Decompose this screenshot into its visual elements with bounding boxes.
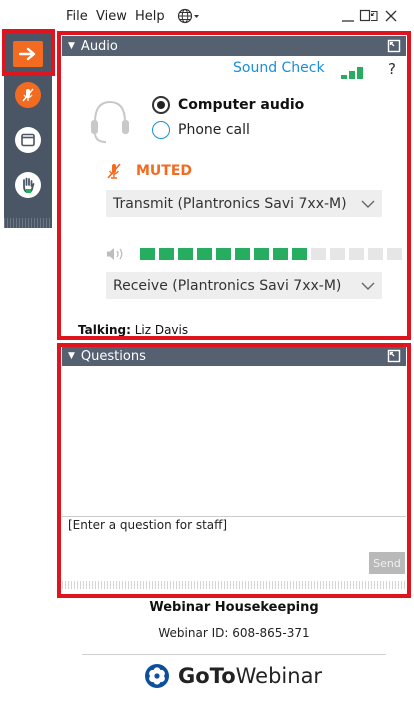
headset-icon: [90, 96, 130, 150]
webinar-info-footer: Webinar Housekeeping Webinar ID: 608-865…: [62, 600, 406, 708]
globe-icon: [177, 8, 199, 24]
maximize-icon: [359, 9, 378, 22]
input-level-meter: [106, 246, 406, 262]
level-segment: [140, 248, 155, 260]
brand-text: GoToWebinar: [178, 664, 322, 688]
gotowebinar-logo: GoToWebinar: [144, 663, 322, 689]
phone-call-radio[interactable]: [152, 121, 170, 139]
receive-device-dropdown[interactable]: Receive (Plantronics Savi 7xx-M): [106, 272, 382, 299]
level-bars: [140, 248, 406, 260]
arrow-right-icon: [19, 47, 36, 61]
receive-device-value: Receive (Plantronics Savi 7xx-M): [113, 277, 342, 294]
minimize-icon: [342, 20, 354, 22]
questions-panel-title: Questions: [80, 348, 146, 364]
mute-status: MUTED: [106, 162, 192, 180]
audio-panel-title: Audio: [80, 38, 118, 54]
questions-panel-header[interactable]: ▼ Questions: [62, 346, 406, 366]
audio-panel-header[interactable]: ▼ Audio: [62, 36, 406, 56]
level-segment: [292, 248, 307, 260]
screen-icon: [21, 133, 35, 147]
sound-check-link[interactable]: Sound Check: [233, 60, 325, 76]
audio-panel: Sound Check ? Computer audio Phone call …: [62, 56, 406, 338]
chevron-down-icon: [360, 196, 376, 216]
level-segment: [387, 248, 402, 260]
talking-indicator: Talking: Liz Davis: [78, 323, 188, 337]
webinar-title: Webinar Housekeeping: [149, 600, 319, 615]
popout-icon: [387, 39, 401, 53]
questions-resize-grip[interactable]: [62, 581, 406, 589]
brand-goto: GoTo: [178, 664, 236, 688]
speaker-icon: [107, 248, 123, 260]
send-button[interactable]: Send: [369, 552, 405, 574]
signal-bars-icon: [341, 67, 363, 79]
collapse-triangle-icon[interactable]: ▼: [68, 351, 75, 361]
webinar-id: Webinar ID: 608-865-371: [158, 626, 310, 640]
raise-hand-icon: [23, 177, 35, 193]
mic-muted-icon: [22, 88, 34, 102]
computer-audio-label: Computer audio: [178, 97, 305, 113]
footer-divider: [82, 654, 386, 655]
collapse-triangle-icon[interactable]: ▼: [68, 41, 75, 51]
radio-selected-dot: [157, 101, 165, 109]
close-icon: [385, 10, 397, 22]
level-segment: [216, 248, 231, 260]
talking-name: Liz Davis: [134, 323, 189, 337]
side-toolbar: [4, 32, 52, 228]
transmit-device-value: Transmit (Plantronics Savi 7xx-M): [113, 195, 347, 212]
talking-label: Talking:: [78, 323, 131, 337]
question-input[interactable]: [66, 516, 402, 562]
brand-webinar: Webinar: [235, 664, 323, 688]
level-segment: [178, 248, 193, 260]
phone-call-label: Phone call: [178, 122, 250, 138]
close-button[interactable]: [383, 8, 399, 28]
raise-hand-button[interactable]: [15, 172, 41, 198]
muted-label: MUTED: [136, 163, 193, 179]
collapse-panel-button[interactable]: [13, 41, 43, 67]
level-segment: [330, 248, 345, 260]
questions-panel: Send: [62, 366, 406, 593]
level-segment: [159, 248, 174, 260]
level-segment: [197, 248, 212, 260]
audio-help-button[interactable]: ?: [388, 60, 396, 78]
popout-questions-button[interactable]: [387, 349, 401, 367]
popout-audio-button[interactable]: [387, 39, 401, 57]
menu-help[interactable]: Help: [135, 9, 165, 24]
computer-audio-radio[interactable]: [152, 96, 170, 114]
level-segment: [273, 248, 288, 260]
signal-strength: [341, 64, 363, 83]
level-segment: [235, 248, 250, 260]
language-menu[interactable]: [177, 8, 201, 28]
computer-audio-option[interactable]: Computer audio: [152, 96, 304, 114]
transmit-device-dropdown[interactable]: Transmit (Plantronics Savi 7xx-M): [106, 190, 382, 217]
level-segment: [349, 248, 364, 260]
level-segment: [368, 248, 383, 260]
chevron-down-icon: [360, 278, 376, 298]
phone-call-option[interactable]: Phone call: [152, 121, 250, 139]
menu-view[interactable]: View: [96, 9, 127, 24]
mute-toggle-button[interactable]: [15, 82, 41, 108]
screen-view-button[interactable]: [15, 127, 41, 153]
mic-muted-icon: [107, 163, 121, 179]
level-segment: [311, 248, 326, 260]
maximize-button[interactable]: [359, 8, 379, 28]
gotowebinar-flower-icon: [145, 664, 169, 688]
level-segment: [254, 248, 269, 260]
popout-icon: [387, 349, 401, 363]
menu-file[interactable]: File: [66, 9, 88, 24]
minimize-button[interactable]: [340, 8, 356, 28]
toolbar-grip[interactable]: [4, 218, 52, 228]
menu-bar: File View Help: [62, 6, 410, 28]
